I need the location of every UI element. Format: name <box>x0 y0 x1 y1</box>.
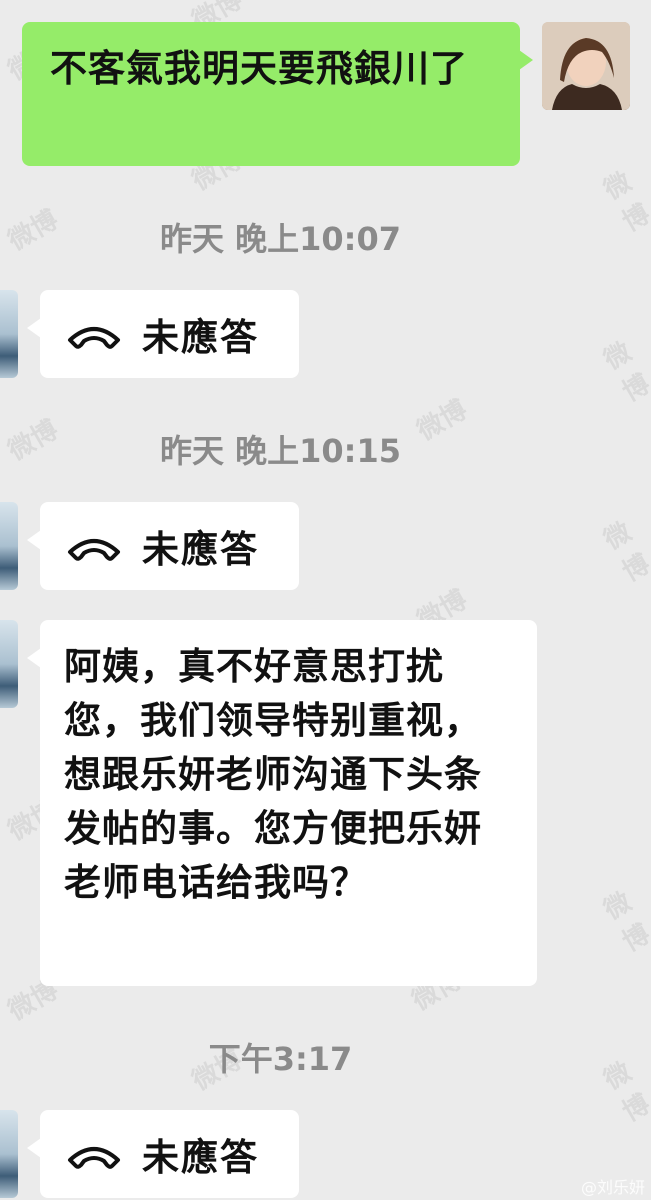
call-status-label: 未應答 <box>142 1136 259 1179</box>
watermark: 微博 <box>599 336 651 408</box>
timestamp: 昨天 晚上10:15 <box>159 432 401 470</box>
call-status-label: 未應答 <box>142 316 259 359</box>
weibo-watermark: @刘乐妍 <box>580 1178 645 1197</box>
watermark: 微博 <box>599 1056 651 1128</box>
received-message-bubble[interactable]: 阿姨，真不好意思打扰您，我们领导特别重视，想跟乐妍老师沟通下头条发帖的事。您方便… <box>27 620 537 986</box>
avatar[interactable] <box>542 22 630 110</box>
watermark: 微博 <box>599 886 651 958</box>
missed-call-bubble[interactable]: 未應答 <box>27 290 299 378</box>
timestamp: 昨天 晚上10:07 <box>159 220 401 258</box>
avatar[interactable] <box>0 620 18 708</box>
avatar[interactable] <box>0 290 18 378</box>
avatar-photo-icon <box>542 22 630 110</box>
missed-call-bubble[interactable]: 未應答 <box>27 1110 299 1198</box>
message-text: 阿姨，真不好意思打扰您，我们领导特别重视，想跟乐妍老师沟通下头条发帖的事。您方便… <box>64 645 482 904</box>
message-text: 不客氣我明天要飛銀川了 <box>50 47 468 90</box>
watermark: 微博 <box>599 516 651 588</box>
phone-handset-icon <box>68 327 120 349</box>
phone-handset-icon <box>68 1147 120 1169</box>
timestamp: 下午3:17 <box>208 1040 353 1078</box>
missed-call-bubble[interactable]: 未應答 <box>27 502 299 590</box>
avatar[interactable] <box>0 502 18 590</box>
call-status-label: 未應答 <box>142 528 259 571</box>
avatar[interactable] <box>0 1110 18 1198</box>
watermark: 微博 <box>599 166 651 238</box>
phone-handset-icon <box>68 539 120 561</box>
sent-message-bubble[interactable]: 不客氣我明天要飛銀川了 <box>22 22 533 166</box>
